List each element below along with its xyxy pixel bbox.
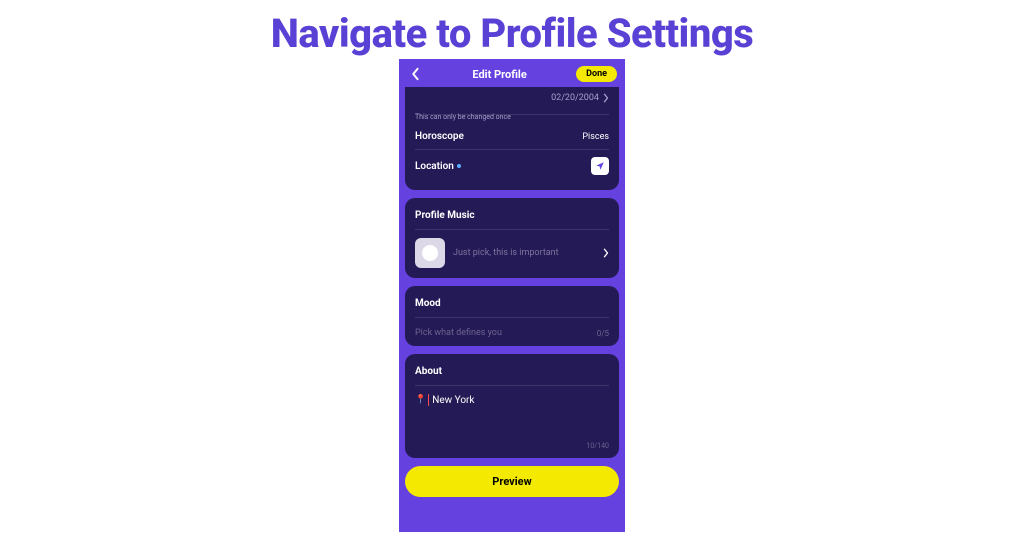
horoscope-value: Pisces (582, 132, 609, 142)
about-count: 10/140 (586, 442, 609, 450)
chevron-right-icon (603, 93, 609, 103)
about-text: 📍New York (415, 394, 609, 406)
mood-card: Mood Pick what defines you 0/5 (405, 286, 619, 346)
profile-music-row[interactable]: Just pick, this is important (415, 230, 609, 270)
mood-title: Mood (415, 294, 609, 318)
profile-music-title: Profile Music (415, 206, 609, 230)
music-placeholder: Just pick, this is important (453, 248, 595, 259)
birthdate-row[interactable]: 02/20/2004 (415, 89, 609, 115)
done-button[interactable]: Done (576, 66, 617, 82)
music-thumbnail (415, 238, 445, 268)
text-cursor (428, 394, 429, 406)
mood-placeholder: Pick what defines you (415, 328, 502, 338)
mood-count: 0/5 (597, 329, 609, 338)
mood-row[interactable]: Pick what defines you 0/5 (415, 318, 609, 338)
about-input[interactable]: 📍New York 10/140 (415, 386, 609, 450)
profile-music-card: Profile Music Just pick, this is importa… (405, 198, 619, 278)
top-bar: Edit Profile Done (399, 59, 625, 87)
about-card: About 📍New York 10/140 (405, 354, 619, 458)
location-row[interactable]: Location (415, 150, 609, 182)
back-button[interactable] (407, 64, 423, 84)
preview-button[interactable]: Preview (405, 466, 619, 497)
required-dot-icon (457, 164, 461, 168)
location-label: Location (415, 161, 461, 172)
birthdate-value: 02/20/2004 (551, 93, 609, 103)
screen-title: Edit Profile (472, 68, 526, 81)
horoscope-label: Horoscope (415, 131, 464, 142)
horoscope-row[interactable]: Horoscope Pisces (415, 124, 609, 150)
chevron-left-icon (410, 67, 420, 81)
location-arrow-icon (595, 161, 605, 171)
chevron-right-icon (603, 248, 609, 258)
location-button[interactable] (591, 157, 609, 175)
content-scroll[interactable]: 02/20/2004 This can only be changed once… (399, 87, 625, 532)
about-title: About (415, 362, 609, 386)
birthdate-note: This can only be changed once (415, 113, 609, 121)
pin-icon: 📍 (415, 395, 426, 405)
phone-frame: Edit Profile Done 02/20/2004 This can on… (399, 59, 625, 532)
page-title: Navigate to Profile Settings (0, 0, 1024, 57)
profile-info-card: 02/20/2004 This can only be changed once… (405, 87, 619, 190)
